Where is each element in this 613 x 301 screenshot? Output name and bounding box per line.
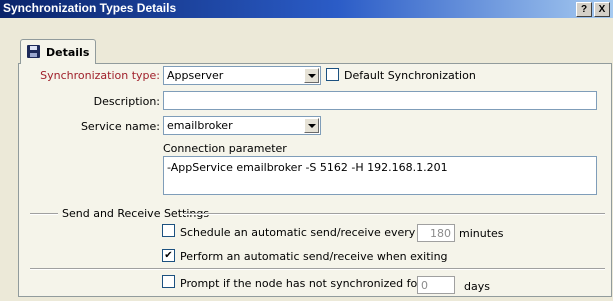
close-button[interactable]: X [594, 2, 610, 17]
days-unit-label: days [464, 280, 490, 293]
exit-send-receive-checkbox[interactable]: ✔ [162, 249, 175, 262]
default-sync-checkbox[interactable] [326, 68, 339, 81]
prompt-checkbox[interactable] [162, 275, 175, 288]
title-bar: Synchronization Types Details ? X [0, 0, 613, 18]
service-name-label: Service name: [80, 120, 160, 133]
chevron-down-icon[interactable] [304, 68, 319, 83]
service-name-dropdown[interactable]: emailbroker [163, 116, 321, 135]
connection-parameter-input[interactable]: -AppService emailbroker -S 5162 -H 192.1… [163, 156, 597, 195]
exit-send-receive-label: Perform an automatic send/receive when e… [180, 250, 448, 263]
service-name-value: emailbroker [167, 119, 233, 132]
window-title: Synchronization Types Details [3, 1, 177, 15]
prompt-days-input[interactable]: 0 [417, 276, 455, 294]
chevron-down-icon[interactable] [304, 118, 319, 133]
sync-type-label: Synchronization type: [40, 69, 160, 82]
minutes-unit-label: minutes [459, 227, 504, 240]
tab-details-label: Details [46, 46, 90, 59]
group-separator-left [30, 213, 58, 215]
tab-details[interactable]: Details [20, 39, 96, 64]
help-button[interactable]: ? [576, 2, 592, 17]
disk-icon [27, 45, 40, 58]
schedule-label: Schedule an automatic send/receive every [180, 226, 416, 239]
section-divider [30, 268, 605, 270]
schedule-checkbox[interactable] [162, 224, 175, 237]
default-sync-label: Default Synchronization [344, 69, 476, 82]
sync-type-value: Appserver [167, 69, 224, 82]
schedule-minutes-input[interactable]: 180 [417, 224, 455, 242]
sync-type-dropdown[interactable]: Appserver [163, 66, 321, 85]
connection-parameter-value: -AppService emailbroker -S 5162 -H 192.1… [167, 161, 448, 174]
prompt-label: Prompt if the node has not synchronized … [180, 277, 422, 290]
description-label: Description: [93, 95, 160, 108]
group-separator-right [183, 213, 605, 215]
connection-parameter-label: Connection parameter [163, 142, 287, 155]
description-input[interactable] [163, 91, 597, 110]
